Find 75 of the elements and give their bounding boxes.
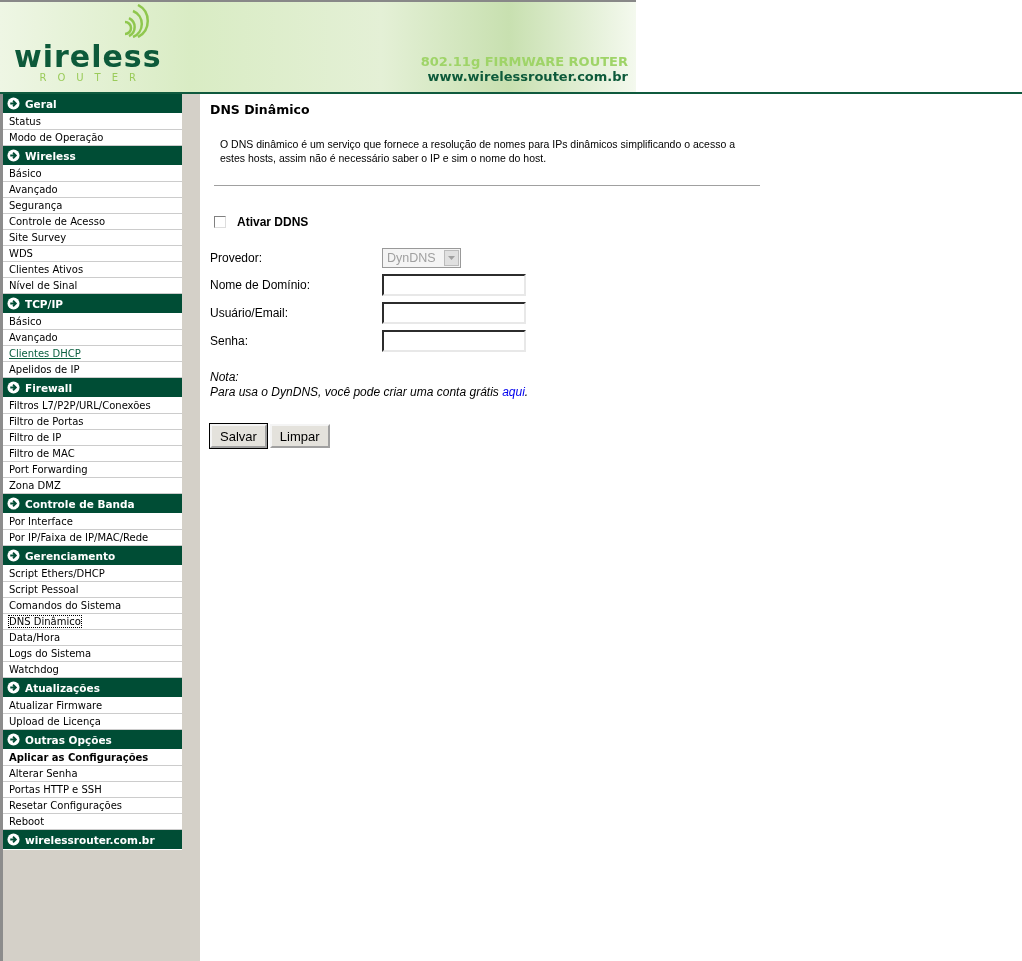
- menu-item[interactable]: Clientes Ativos: [3, 262, 182, 278]
- menu-item[interactable]: Logs do Sistema: [3, 646, 182, 662]
- tagline-text: 802.11g FIRMWARE ROUTER: [420, 54, 628, 69]
- menu-item[interactable]: Básico: [3, 314, 182, 330]
- arrow-right-icon: [7, 149, 20, 162]
- page-title: DNS Dinâmico: [210, 102, 311, 117]
- menu-item[interactable]: Apelidos de IP: [3, 362, 182, 378]
- field-label: Provedor:: [210, 251, 263, 265]
- section-title: wirelessrouter.com.br: [25, 833, 155, 846]
- menu-item[interactable]: Zona DMZ: [3, 478, 182, 494]
- menu-item[interactable]: Comandos do Sistema: [3, 598, 182, 614]
- note-text: Para usa o DynDNS, você pode criar uma conta grátis aqui.: [210, 385, 530, 400]
- section-title: Geral: [25, 97, 57, 110]
- menu-item[interactable]: Clientes DHCP: [3, 346, 182, 362]
- signup-link[interactable]: aqui: [502, 385, 525, 399]
- menu-item[interactable]: Básico: [3, 166, 182, 182]
- menu-item[interactable]: Atualizar Firmware: [3, 698, 182, 714]
- menu-item[interactable]: Avançado: [3, 182, 182, 198]
- menu-item[interactable]: Alterar Senha: [3, 766, 182, 782]
- menu-item[interactable]: Portas HTTP e SSH: [3, 782, 182, 798]
- menu-item[interactable]: Port Forwarding: [3, 462, 182, 478]
- menu-item[interactable]: Modo de Operação: [3, 130, 182, 146]
- section-title: Firewall: [25, 381, 73, 394]
- arrow-right-icon: [7, 297, 20, 310]
- logo-subtitle: ROUTER: [38, 72, 147, 84]
- arrow-right-icon: [7, 833, 20, 846]
- note-title: Nota:: [210, 370, 240, 385]
- caret-icon: [444, 250, 459, 266]
- field-label: Usuário/Email:: [210, 306, 289, 320]
- arrow-right-icon: [7, 97, 20, 110]
- menu-item[interactable]: Avançado: [3, 330, 182, 346]
- menu-item[interactable]: Segurança: [3, 198, 182, 214]
- arrow-right-icon: [7, 381, 20, 394]
- website-url: www.wirelessrouter.com.br: [427, 69, 628, 84]
- field-label: Senha:: [210, 334, 249, 348]
- section-title: Atualizações: [25, 681, 100, 694]
- form-button[interactable]: Salvar: [210, 424, 267, 448]
- menu-item[interactable]: Data/Hora: [3, 630, 182, 646]
- checkbox-label: Ativar DDNS: [237, 215, 309, 229]
- logo-text: wireless: [14, 42, 162, 72]
- input-field[interactable]: [382, 330, 526, 352]
- menu-item[interactable]: Nível de Sinal: [3, 278, 182, 294]
- description-text: O DNS dinâmico é um serviço que fornece a resolução de nomes para IPs dinâmicos simplificando o acesso a estes hosts, assim não é necessário saber o IP e sim o nome do host.: [220, 137, 735, 165]
- section-title: Wireless: [25, 149, 76, 162]
- field-label: Nome de Domínio:: [210, 278, 311, 292]
- arrow-right-icon: [7, 733, 20, 746]
- menu-item[interactable]: Filtro de IP: [3, 430, 182, 446]
- form-button[interactable]: Limpar: [269, 424, 330, 448]
- section-title: Controle de Banda: [25, 497, 135, 510]
- menu-item[interactable]: WDS: [3, 246, 182, 262]
- menu-item[interactable]: Filtro de Portas: [3, 414, 182, 430]
- menu-item[interactable]: Por IP/Faixa de IP/MAC/Rede: [3, 530, 182, 546]
- menu-item[interactable]: Site Survey: [3, 230, 182, 246]
- menu-item[interactable]: Resetar Configurações: [3, 798, 182, 814]
- input-field[interactable]: [382, 302, 526, 324]
- menu-item[interactable]: DNS Dinâmico: [3, 614, 182, 630]
- arrow-right-icon: [7, 549, 20, 562]
- menu-item[interactable]: Filtros L7/P2P/URL/Conexões: [3, 398, 182, 414]
- input-field[interactable]: [382, 274, 526, 296]
- menu-item[interactable]: Script Ethers/DHCP: [3, 566, 182, 582]
- section-title: TCP/IP: [25, 297, 63, 310]
- menu-item[interactable]: Controle de Acesso: [3, 214, 182, 230]
- section-title: Outras Opções: [25, 733, 112, 746]
- menu-item[interactable]: Script Pessoal: [3, 582, 182, 598]
- menu-item[interactable]: Por Interface: [3, 514, 182, 530]
- menu-item[interactable]: Upload de Licença: [3, 714, 182, 730]
- arrow-right-icon: [7, 681, 20, 694]
- arrow-right-icon: [7, 497, 20, 510]
- menu-item[interactable]: Status: [3, 114, 182, 130]
- menu-item[interactable]: Watchdog: [3, 662, 182, 678]
- menu-item[interactable]: Reboot: [3, 814, 182, 830]
- menu-item[interactable]: Filtro de MAC: [3, 446, 182, 462]
- enable-checkbox[interactable]: [214, 216, 226, 228]
- menu-item[interactable]: Aplicar as Configurações: [3, 750, 182, 766]
- section-title: Gerenciamento: [25, 549, 116, 562]
